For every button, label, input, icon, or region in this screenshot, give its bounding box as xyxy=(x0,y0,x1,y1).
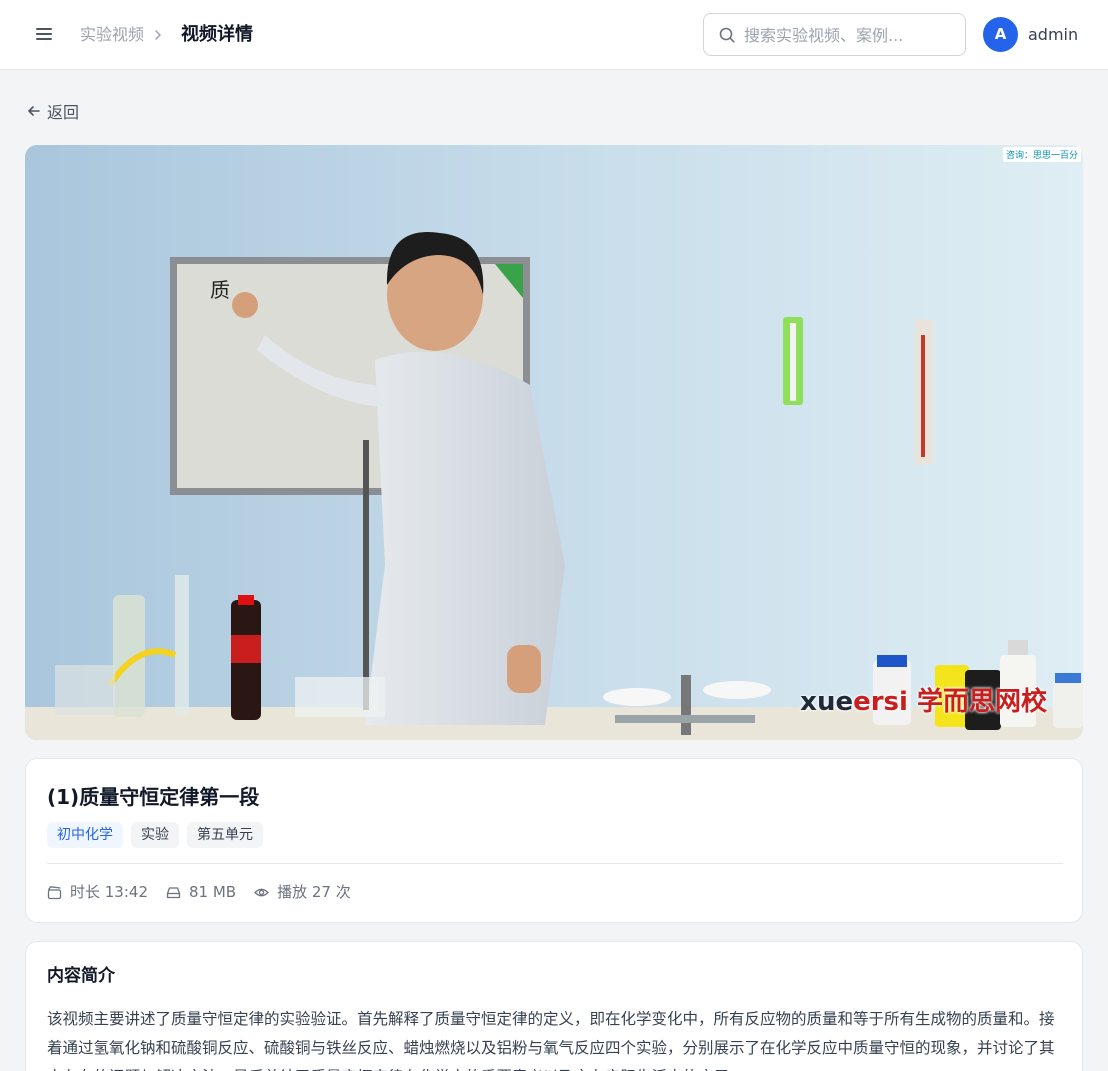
video-player[interactable]: 质 xueersi 学而思网校 咨询：思思一百分 xyxy=(25,145,1083,740)
search-icon xyxy=(718,26,736,44)
chevron-right-icon xyxy=(150,24,166,46)
hard-drive-icon xyxy=(166,886,181,898)
size-meta: 81 MB xyxy=(166,881,236,903)
eye-icon xyxy=(254,888,270,896)
page-title: 视频详情 xyxy=(181,24,253,45)
video-meta: 时长 13:42 81 MB 播放 27 次 xyxy=(47,881,351,903)
duration-meta: 时长 13:42 xyxy=(47,881,148,903)
description-heading: 内容简介 xyxy=(47,966,115,986)
video-corner-tag: 咨询：思思一百分 xyxy=(1002,147,1081,162)
avatar[interactable]: A xyxy=(983,17,1018,52)
tag-unit: 第五单元 xyxy=(187,822,263,848)
video-watermark: xueersi 学而思网校 xyxy=(800,687,1047,717)
description-card: 内容简介 该视频主要讲述了质量守恒定律的实验验证。首先解释了质量守恒定律的定义，… xyxy=(25,941,1083,1071)
search-input[interactable] xyxy=(744,22,956,48)
top-bar: 实验视频 视频详情 A admin xyxy=(0,0,1108,70)
duration-text: 时长 13:42 xyxy=(70,883,148,901)
plays-text: 播放 27 次 xyxy=(277,883,351,901)
plays-meta: 播放 27 次 xyxy=(254,881,351,903)
clapperboard-icon xyxy=(47,885,62,899)
search-box[interactable] xyxy=(703,13,966,56)
size-text: 81 MB xyxy=(189,883,237,901)
back-label: 返回 xyxy=(47,103,80,122)
video-info-card: (1)质量守恒定律第一段 初中化学 实验 第五单元 时长 13:42 81 MB… xyxy=(25,758,1083,923)
video-title: (1)质量守恒定律第一段 xyxy=(47,785,260,809)
divider xyxy=(47,863,1063,864)
tag-type: 实验 xyxy=(131,822,179,848)
arrow-left-icon xyxy=(28,106,40,116)
username[interactable]: admin xyxy=(1028,24,1078,46)
back-button[interactable]: 返回 xyxy=(26,100,79,122)
video-frame-image: 质 xyxy=(25,145,1083,740)
description-text: 该视频主要讲述了质量守恒定律的实验验证。首先解释了质量守恒定律的定义，即在化学变… xyxy=(47,1010,1055,1071)
tag-subject: 初中化学 xyxy=(47,822,123,848)
svg-text:质: 质 xyxy=(210,278,230,302)
menu-icon[interactable] xyxy=(34,24,54,44)
tag-list: 初中化学 实验 第五单元 xyxy=(47,822,263,848)
breadcrumb-parent[interactable]: 实验视频 xyxy=(80,24,144,46)
